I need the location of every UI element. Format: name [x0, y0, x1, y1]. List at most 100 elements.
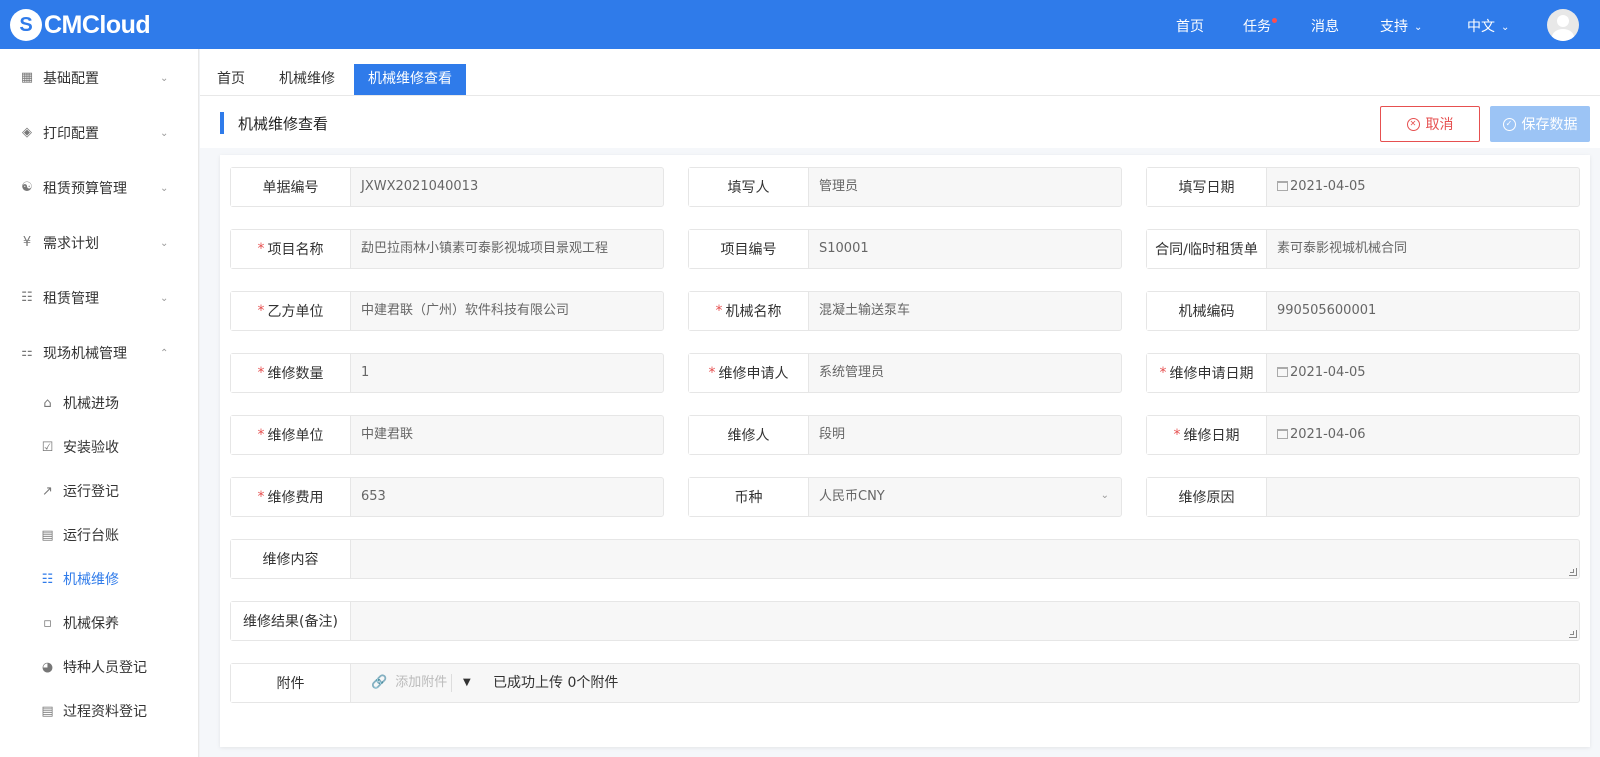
nav-support[interactable]: 支持 ⌄ — [1380, 16, 1422, 36]
sidebar-item-process-docs[interactable]: ▤ 过程资料登记 — [0, 691, 199, 731]
chevron-down-icon: ⌄ — [1501, 22, 1510, 33]
plan-icon: ¥ — [22, 235, 32, 250]
field-party-b: * 乙方单位 中建君联（广州）软件科技有限公司 — [230, 291, 664, 331]
logo[interactable]: S CMCloud — [10, 9, 151, 41]
contract-input[interactable]: 素可泰影视城机械合同 — [1277, 230, 1407, 268]
field-label: 附件 — [231, 664, 351, 702]
field-doc-no: 单据编号 JXWX2021040013 — [230, 167, 664, 207]
notification-dot — [1272, 18, 1277, 23]
sidebar-group-lease-budget[interactable]: ☯ 租赁预算管理 ⌄ — [0, 168, 199, 208]
field-label: 填写人 — [689, 168, 809, 206]
chevron-up-icon: ⌃ — [160, 347, 169, 359]
sidebar-group-site-machine[interactable]: ⚏ 现场机械管理 ⌃ — [0, 333, 199, 373]
field-label: 填写日期 — [1147, 168, 1267, 206]
sidebar-group-label: 租赁管理 — [43, 291, 99, 307]
machine-name-input[interactable]: 混凝土输送泵车 — [819, 292, 910, 330]
avatar-body — [1552, 29, 1574, 41]
sidebar-item-label: 机械维修 — [63, 572, 119, 588]
machine-code-input[interactable]: 990505600001 — [1277, 292, 1376, 330]
field-label: * 乙方单位 — [231, 292, 351, 330]
field-label: * 维修数量 — [231, 354, 351, 392]
currency-select[interactable]: 人民币CNY — [819, 478, 885, 516]
resize-handle[interactable] — [1569, 630, 1577, 638]
close-circle-icon: ✕ — [1406, 117, 1420, 131]
repair-result-textarea[interactable] — [361, 602, 1561, 640]
sidebar-item-label: 运行登记 — [63, 484, 119, 500]
caret-down-icon[interactable]: ▼ — [463, 664, 471, 702]
logo-mark: S — [10, 9, 42, 41]
attachment-status: 已成功上传 0个附件 — [493, 675, 619, 691]
avatar[interactable] — [1547, 9, 1579, 41]
sidebar-group-lease-mgmt[interactable]: ☷ 租赁管理 ⌄ — [0, 278, 199, 318]
sidebar-item-machine-maintain[interactable]: ▫ 机械保养 — [0, 603, 199, 643]
apply-date-picker[interactable]: 2021-04-05 — [1277, 354, 1366, 392]
write-date-picker[interactable]: 2021-04-05 — [1277, 168, 1366, 206]
party-b-input[interactable]: 中建君联（广州）软件科技有限公司 — [361, 292, 569, 330]
sidebar-item-label: 安装验收 — [63, 440, 119, 456]
writer-input[interactable]: 管理员 — [819, 168, 858, 206]
ledger-icon: ▤ — [41, 527, 54, 543]
field-label: 单据编号 — [231, 168, 351, 206]
avatar-head — [1557, 15, 1569, 27]
nav-tasks[interactable]: 任务 — [1243, 16, 1277, 36]
repair-cost-input[interactable]: 653 — [361, 478, 386, 516]
applicant-input[interactable]: 系统管理员 — [819, 354, 884, 392]
layers-icon: ◈ — [22, 125, 32, 140]
sidebar-item-run-ledger[interactable]: ▤ 运行台账 — [0, 515, 199, 555]
sidebar-group-print-config[interactable]: ◈ 打印配置 ⌄ — [0, 113, 199, 153]
divider — [451, 674, 452, 692]
sidebar-group-label: 基础配置 — [43, 71, 99, 87]
field-label: * 维修单位 — [231, 416, 351, 454]
add-attachment-button[interactable]: 🔗 添加附件 — [371, 664, 447, 702]
tab-machine-repair[interactable]: 机械维修 — [265, 64, 349, 95]
doc-no-input[interactable]: JXWX2021040013 — [361, 168, 478, 206]
field-repair-date: * 维修日期 2021-04-06 — [1146, 415, 1580, 455]
nav-language[interactable]: 中文 ⌄ — [1467, 16, 1509, 36]
page-title: 机械维修查看 — [238, 115, 329, 133]
archive-icon: ▤ — [41, 703, 54, 719]
field-project-name: * 项目名称 勐巴拉雨林小镇素可泰影视城项目景观工程 — [230, 229, 664, 269]
sidebar-item-special-staff[interactable]: ◕ 特种人员登记 — [0, 647, 199, 687]
project-no-input[interactable]: S10001 — [819, 230, 869, 268]
calendar-icon — [1277, 181, 1288, 191]
field-repair-result: 维修结果(备注) — [230, 601, 1580, 641]
database-icon: ☯ — [21, 180, 33, 195]
chevron-down-icon: ⌄ — [1414, 22, 1423, 33]
cancel-button[interactable]: ✕ 取消 — [1380, 106, 1480, 142]
sidebar-group-basic-config[interactable]: ▦ 基础配置 ⌄ — [0, 58, 199, 98]
chevron-down-icon: ⌄ — [160, 127, 169, 139]
repair-unit-input[interactable]: 中建君联 — [361, 416, 413, 454]
repair-content-textarea[interactable] — [361, 540, 1561, 578]
sidebar-item-install-acceptance[interactable]: ☑ 安装验收 — [0, 427, 199, 467]
nav-home[interactable]: 首页 — [1176, 16, 1204, 36]
check-icon: ☑ — [41, 439, 54, 455]
save-button[interactable]: ✓ 保存数据 — [1490, 106, 1590, 142]
field-label: 项目编号 — [689, 230, 809, 268]
sidebar-group-demand-plan[interactable]: ¥ 需求计划 ⌄ — [0, 223, 199, 263]
tab-machine-repair-view[interactable]: 机械维修查看 — [354, 64, 466, 95]
nav-messages[interactable]: 消息 — [1311, 16, 1339, 36]
repair-date-picker[interactable]: 2021-04-06 — [1277, 416, 1366, 454]
nav-support-label: 支持 — [1380, 19, 1408, 35]
field-label: 维修人 — [689, 416, 809, 454]
field-label: 币种 — [689, 478, 809, 516]
field-label: 维修内容 — [231, 540, 351, 578]
repair-qty-input[interactable]: 1 — [361, 354, 369, 392]
project-name-input[interactable]: 勐巴拉雨林小镇素可泰影视城项目景观工程 — [361, 230, 608, 268]
tab-home[interactable]: 首页 — [203, 64, 259, 95]
field-contract: 合同/临时租赁单 素可泰影视城机械合同 — [1146, 229, 1580, 269]
sidebar-item-run-register[interactable]: ↗ 运行登记 — [0, 471, 199, 511]
chevron-down-icon[interactable]: ⌄ — [1101, 490, 1109, 501]
field-repair-cost: * 维修费用 653 — [230, 477, 664, 517]
sidebar-item-machine-entry[interactable]: ⌂ 机械进场 — [0, 383, 199, 423]
sidebar-item-label: 运行台账 — [63, 528, 119, 544]
resize-handle[interactable] — [1569, 568, 1577, 576]
field-machine-name: * 机械名称 混凝土输送泵车 — [688, 291, 1122, 331]
repairer-input[interactable]: 段明 — [819, 416, 845, 454]
nav-tasks-label: 任务 — [1243, 19, 1271, 35]
sidebar-item-machine-repair[interactable]: ☷ 机械维修 — [0, 559, 199, 599]
check-circle-icon: ✓ — [1502, 117, 1516, 131]
sidebar: ▦ 基础配置 ⌄ ◈ 打印配置 ⌄ ☯ 租赁预算管理 ⌄ ¥ 需求计划 ⌄ ☷ … — [0, 49, 199, 757]
top-bar: S CMCloud 首页 任务 消息 支持 ⌄ 中文 ⌄ — [0, 0, 1600, 49]
sidebar-item-label: 过程资料登记 — [63, 704, 147, 720]
